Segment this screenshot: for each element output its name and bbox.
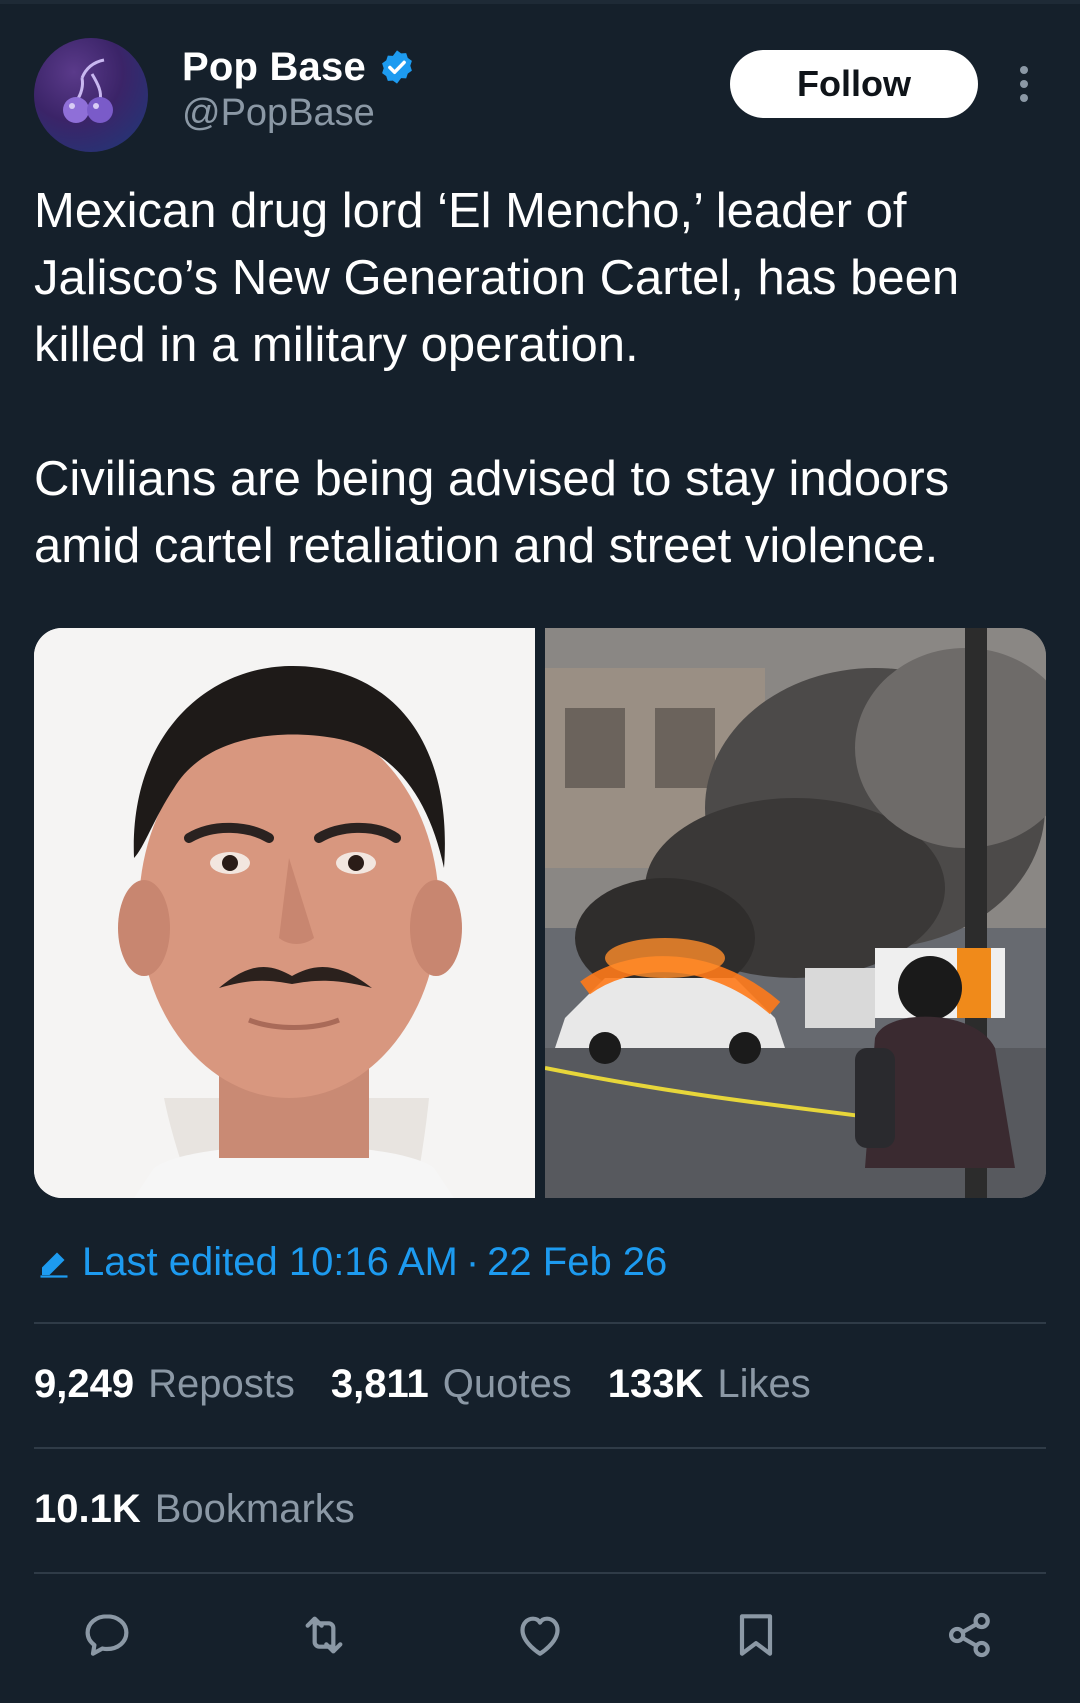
last-edited-date: 22 Feb 26: [487, 1240, 668, 1284]
like-icon[interactable]: [505, 1600, 575, 1670]
media-gallery[interactable]: [34, 628, 1046, 1198]
bookmark-icon[interactable]: [721, 1600, 791, 1670]
quotes-stat[interactable]: 3,811 Quotes: [331, 1362, 572, 1407]
mugshot-photo[interactable]: [34, 628, 535, 1198]
repost-icon[interactable]: [289, 1600, 359, 1670]
engagement-stats: 9,249 Reposts 3,811 Quotes 133K Likes: [34, 1362, 847, 1407]
top-divider: [0, 0, 1080, 4]
bookmarks-label: Bookmarks: [154, 1487, 355, 1531]
divider: [34, 1572, 1046, 1574]
divider: [34, 1447, 1046, 1449]
likes-stat[interactable]: 133K Likes: [608, 1362, 811, 1407]
divider: [34, 1322, 1046, 1324]
author-handle[interactable]: @PopBase: [182, 92, 375, 135]
reposts-label: Reposts: [148, 1362, 295, 1406]
tweet-paragraph-1: Mexican drug lord ‘El Mencho,’ leader of…: [34, 184, 960, 372]
quotes-label: Quotes: [442, 1362, 572, 1406]
tweet-paragraph-2: Civilians are being advised to stay indo…: [34, 452, 950, 573]
tweet-text: Mexican drug lord ‘El Mencho,’ leader of…: [34, 178, 1044, 580]
edited-separator: ·: [465, 1240, 480, 1284]
quotes-count: 3,811: [330, 1362, 429, 1406]
bookmarks-stat[interactable]: 10.1K Bookmarks: [34, 1487, 355, 1532]
share-icon[interactable]: [935, 1600, 1005, 1670]
follow-button[interactable]: Follow: [730, 50, 978, 118]
last-edited-label: Last edited 10:16 AM: [82, 1240, 458, 1284]
verified-badge-icon: [382, 50, 412, 84]
burning-car-photo[interactable]: [545, 628, 1046, 1198]
bookmarks-count: 10.1K: [34, 1487, 141, 1531]
likes-label: Likes: [717, 1362, 811, 1406]
more-options-icon[interactable]: [1008, 64, 1040, 104]
cherry-icon: [63, 58, 113, 123]
edit-pencil-icon: [40, 1252, 68, 1278]
likes-count: 133K: [607, 1362, 704, 1406]
reposts-stat[interactable]: 9,249 Reposts: [34, 1362, 295, 1407]
author-display-name[interactable]: Pop Base: [182, 45, 366, 90]
action-bar: [0, 1600, 1080, 1680]
reposts-count: 9,249: [34, 1362, 135, 1406]
author-name-row[interactable]: Pop Base: [182, 44, 416, 90]
last-edited[interactable]: Last edited 10:16 AM · 22 Feb 26: [36, 1240, 667, 1285]
reply-icon[interactable]: [72, 1600, 142, 1670]
avatar[interactable]: [34, 38, 148, 152]
